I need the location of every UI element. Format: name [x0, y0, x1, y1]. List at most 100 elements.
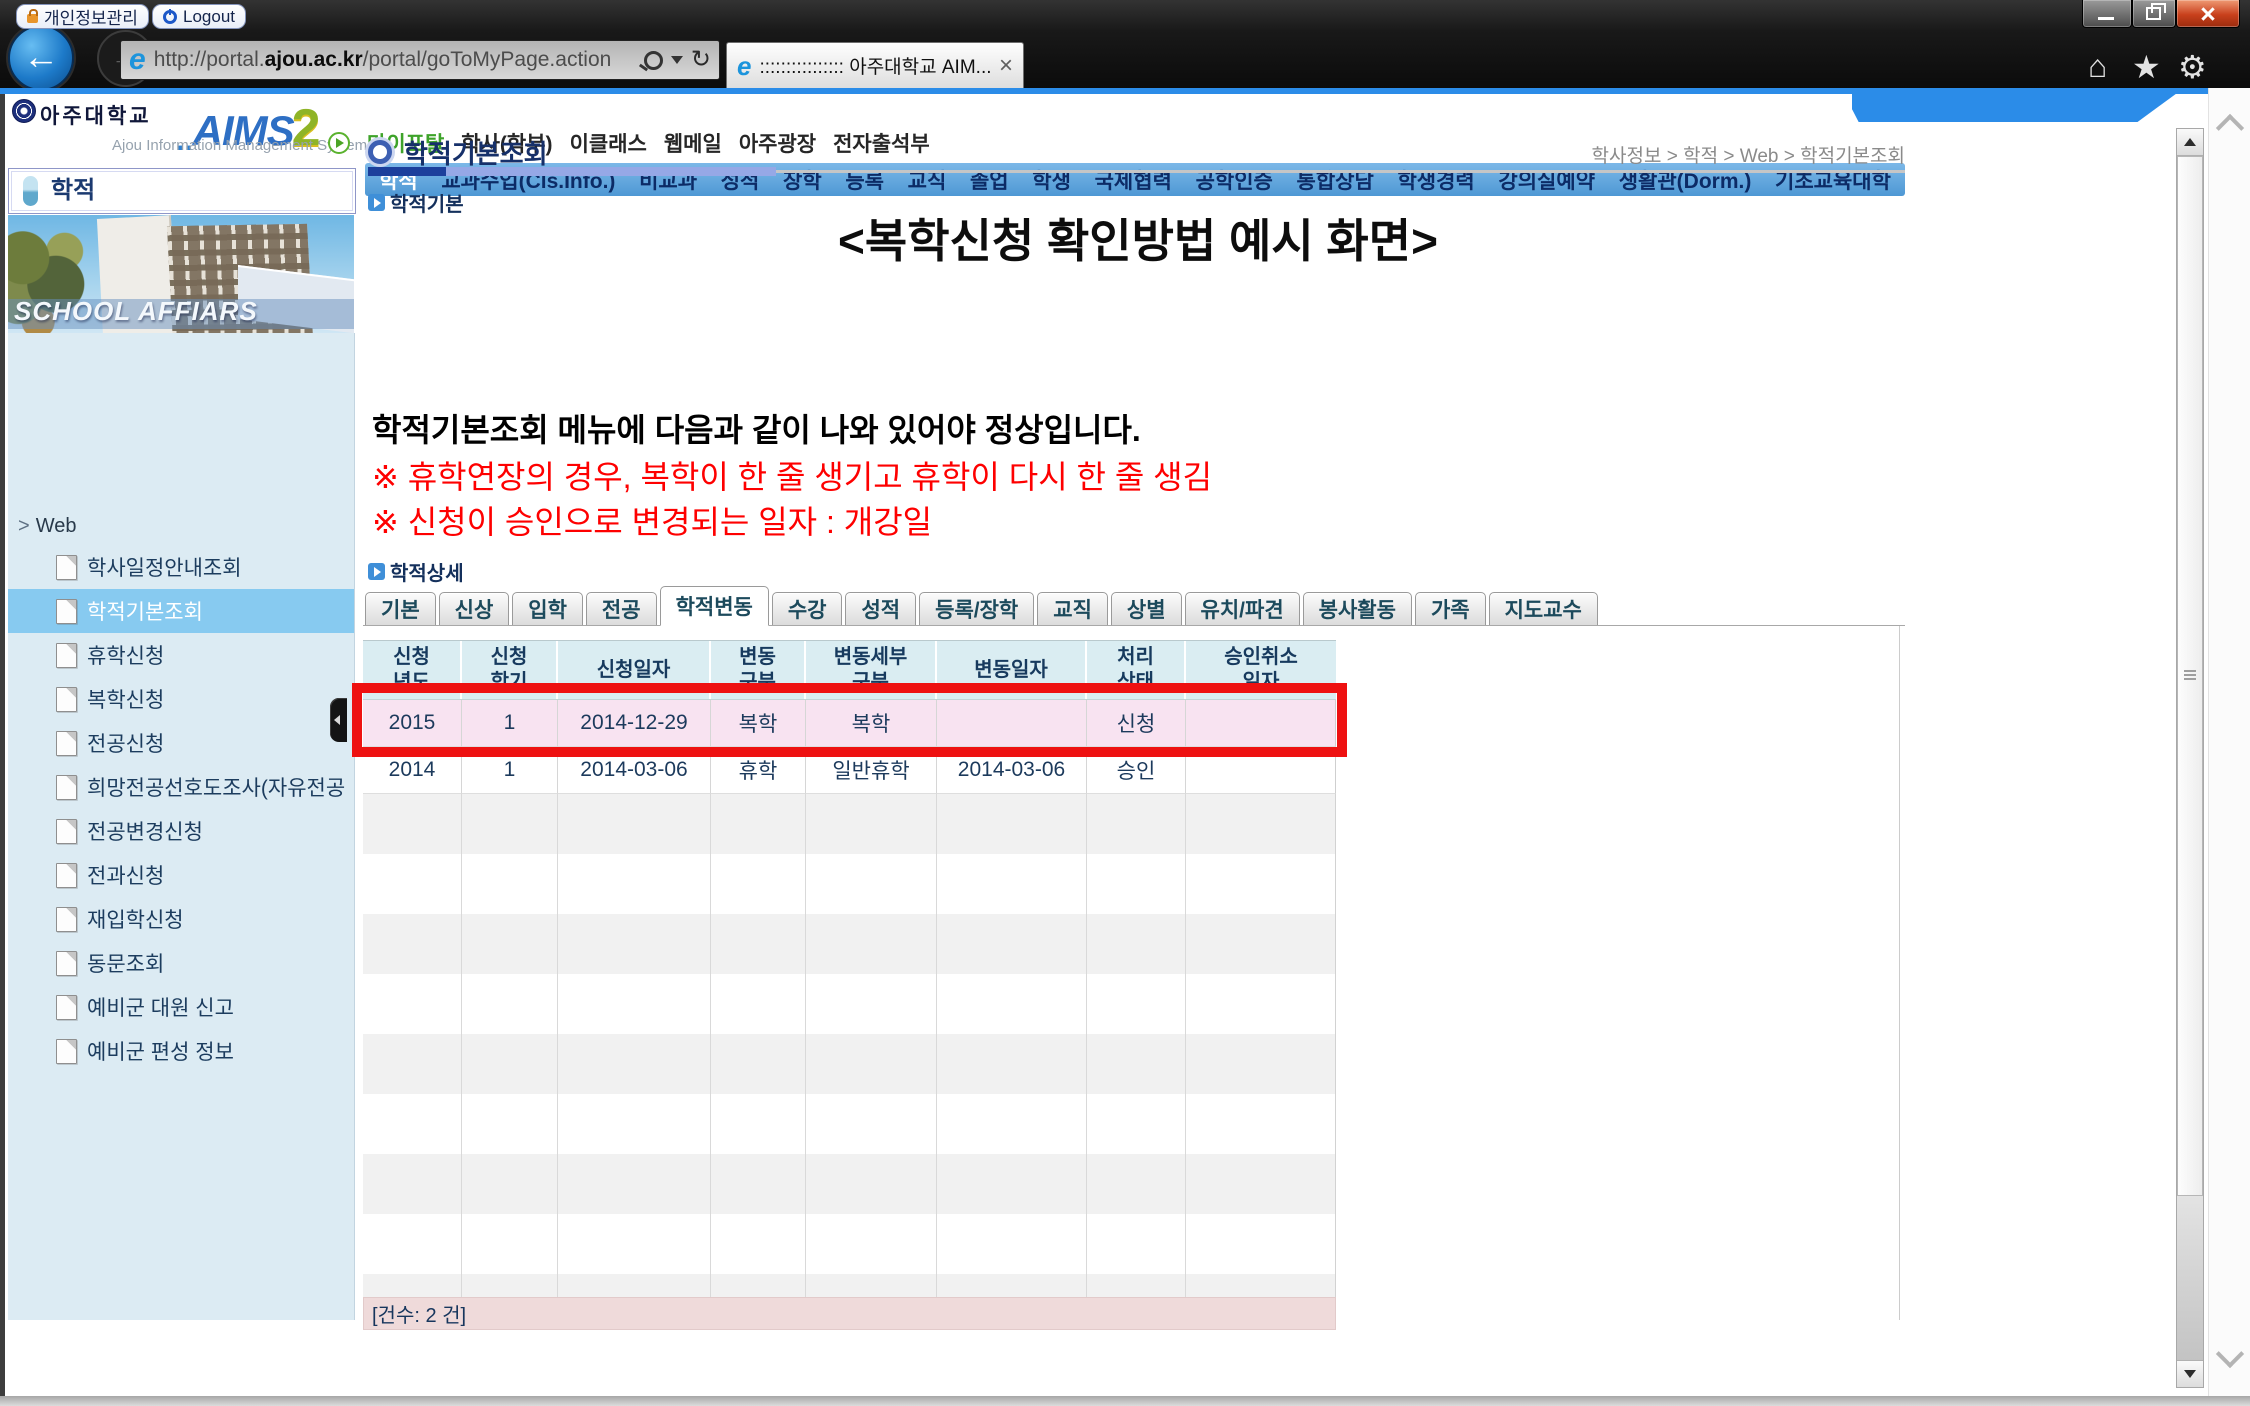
tab-close-icon[interactable]: ×: [993, 52, 1013, 80]
scrollbar-track[interactable]: [2177, 1196, 2203, 1361]
chevron-down-icon[interactable]: [2216, 1340, 2244, 1368]
sidebar-category-title: 학적: [51, 169, 95, 213]
sidebar-group[interactable]: >Web: [18, 515, 76, 538]
tab-9[interactable]: 교직: [1037, 592, 1108, 626]
window-bottom-frame: [0, 1396, 2250, 1406]
top-menu-item-4[interactable]: 웹메일: [664, 128, 722, 158]
tab-6[interactable]: 수강: [772, 592, 843, 626]
document-icon: [56, 643, 77, 668]
tab-13[interactable]: 가족: [1415, 592, 1486, 626]
title-underline-dark: [368, 167, 446, 176]
tab-5[interactable]: 학적변동: [660, 586, 769, 626]
tab-3[interactable]: 입학: [512, 592, 583, 626]
nav-item-7[interactable]: 교직: [908, 165, 947, 195]
section-detail-label: 학적상세: [368, 557, 464, 586]
tab-4[interactable]: 전공: [586, 592, 657, 626]
sidebar-group-label: Web: [36, 515, 77, 537]
nav-item-6[interactable]: 등록: [845, 165, 884, 195]
sidebar-collapse-handle[interactable]: [330, 698, 347, 742]
section-detail-text: 학적상세: [390, 557, 464, 586]
sidebar-item-label: 동문조회: [87, 948, 164, 978]
nav-item-12[interactable]: 통합상담: [1297, 165, 1374, 195]
favorites-star-icon[interactable]: ★: [2132, 48, 2161, 86]
sidebar-item-12[interactable]: 예비군 편성 정보: [8, 1029, 354, 1073]
scrollbar-thumb[interactable]: [2177, 156, 2203, 1196]
sidebar-item-7[interactable]: 전공변경신청: [8, 809, 354, 853]
example-screen-heading: <복학신청 확인방법 예시 화면>: [368, 205, 1908, 271]
window-close-button[interactable]: [2176, 0, 2240, 28]
sidebar-item-5[interactable]: 전공신청: [8, 721, 354, 765]
nav-item-5[interactable]: 장학: [783, 165, 822, 195]
scroll-up-arrow-icon[interactable]: [2177, 129, 2203, 156]
refresh-icon[interactable]: ↻: [691, 48, 711, 72]
privacy-settings-label: 개인정보관리: [44, 4, 138, 29]
window-minimize-button[interactable]: [2082, 0, 2132, 28]
tab-8[interactable]: 등록/장학: [919, 592, 1034, 626]
empty-row: [363, 1154, 1336, 1214]
sidebar-item-9[interactable]: 재입학신청: [8, 897, 354, 941]
nav-item-13[interactable]: 학생경력: [1397, 165, 1474, 195]
tab-12[interactable]: 봉사활동: [1303, 592, 1412, 626]
privacy-settings-button[interactable]: 개인정보관리: [16, 4, 149, 29]
page-title: 학적기본조회: [404, 134, 548, 171]
scroll-down-arrow-icon[interactable]: [2177, 1360, 2203, 1387]
warning-note-2: ※ 신청이 승인으로 변경되는 일자 : 개강일: [372, 497, 932, 543]
sidebar-photo: SCHOOL AFFIARS: [8, 215, 354, 333]
sidebar-item-label: 예비군 편성 정보: [87, 1036, 234, 1066]
tab-10[interactable]: 상별: [1111, 592, 1182, 626]
record-count-bar: [건수: 2 건]: [363, 1297, 1336, 1330]
top-menu-item-3[interactable]: 이클래스: [570, 128, 647, 158]
sidebar-item-label: 복학신청: [87, 684, 164, 714]
nav-item-10[interactable]: 국제협력: [1095, 165, 1172, 195]
sidebar-menu-list: 학사일정안내조회학적기본조회휴학신청복학신청전공신청희망전공선호도조사(자유전공…: [8, 545, 354, 1073]
window-restore-button[interactable]: [2132, 0, 2176, 28]
tab-11[interactable]: 유치/파견: [1185, 592, 1300, 626]
window-left-frame: [0, 94, 5, 1396]
settings-gear-icon[interactable]: ⚙: [2178, 48, 2207, 86]
sidebar-item-3[interactable]: 휴학신청: [8, 633, 354, 677]
nav-item-14[interactable]: 강의실예약: [1498, 165, 1595, 195]
empty-row: [363, 1274, 1336, 1297]
tab-1[interactable]: 기본: [365, 592, 436, 626]
nav-item-16[interactable]: 기초교육대학: [1775, 165, 1891, 195]
browser-scrollbar[interactable]: [2208, 88, 2250, 1396]
address-bar[interactable]: e http://portal.ajou.ac.kr/portal/goToMy…: [120, 40, 720, 80]
nav-item-15[interactable]: 생활관(Dorm.): [1619, 165, 1752, 195]
home-icon[interactable]: ⌂: [2088, 48, 2107, 85]
sidebar-item-1[interactable]: 학사일정안내조회: [8, 545, 354, 589]
tab-14[interactable]: 지도교수: [1489, 592, 1598, 626]
chevron-up-icon[interactable]: [2216, 114, 2244, 142]
sidebar-item-label: 전과신청: [87, 860, 164, 890]
empty-row: [363, 854, 1336, 914]
document-icon: [56, 687, 77, 712]
sidebar-item-4[interactable]: 복학신청: [8, 677, 354, 721]
nav-item-9[interactable]: 학생: [1032, 165, 1071, 195]
annotation-red-box: [352, 683, 1347, 757]
top-menu-item-6[interactable]: 전자출석부: [833, 128, 930, 158]
sidebar-item-6[interactable]: 희망전공선호도조사(자유전공: [8, 765, 354, 809]
search-icon[interactable]: [644, 51, 663, 70]
page-scrollbar[interactable]: [2176, 128, 2204, 1388]
chevron-down-icon[interactable]: [671, 56, 683, 64]
document-icon: [56, 907, 77, 932]
tab-title: :::::::::::::::: 아주대학교 AIM...: [759, 52, 993, 79]
content-right-border: [1899, 626, 1900, 1320]
logout-button[interactable]: Logout: [152, 4, 246, 29]
ie-tab-icon: e: [737, 53, 751, 79]
table-empty-rows: [363, 794, 1336, 1297]
nav-item-8[interactable]: 졸업: [970, 165, 1009, 195]
sidebar-item-8[interactable]: 전과신청: [8, 853, 354, 897]
back-button[interactable]: ←: [8, 25, 74, 91]
top-menu-item-5[interactable]: 아주광장: [739, 128, 816, 158]
document-icon: [56, 555, 77, 580]
sidebar-item-label: 휴학신청: [87, 640, 164, 670]
close-icon: [2201, 7, 2214, 20]
browser-tab[interactable]: e :::::::::::::::: 아주대학교 AIM... ×: [726, 42, 1024, 88]
sidebar-item-2[interactable]: 학적기본조회: [8, 589, 354, 633]
tab-2[interactable]: 신상: [439, 592, 510, 626]
tab-7[interactable]: 성적: [845, 592, 916, 626]
sidebar-item-11[interactable]: 예비군 대원 신고: [8, 985, 354, 1029]
nav-item-11[interactable]: 공학인증: [1196, 165, 1273, 195]
sidebar-item-10[interactable]: 동문조회: [8, 941, 354, 985]
document-icon: [56, 1039, 77, 1064]
